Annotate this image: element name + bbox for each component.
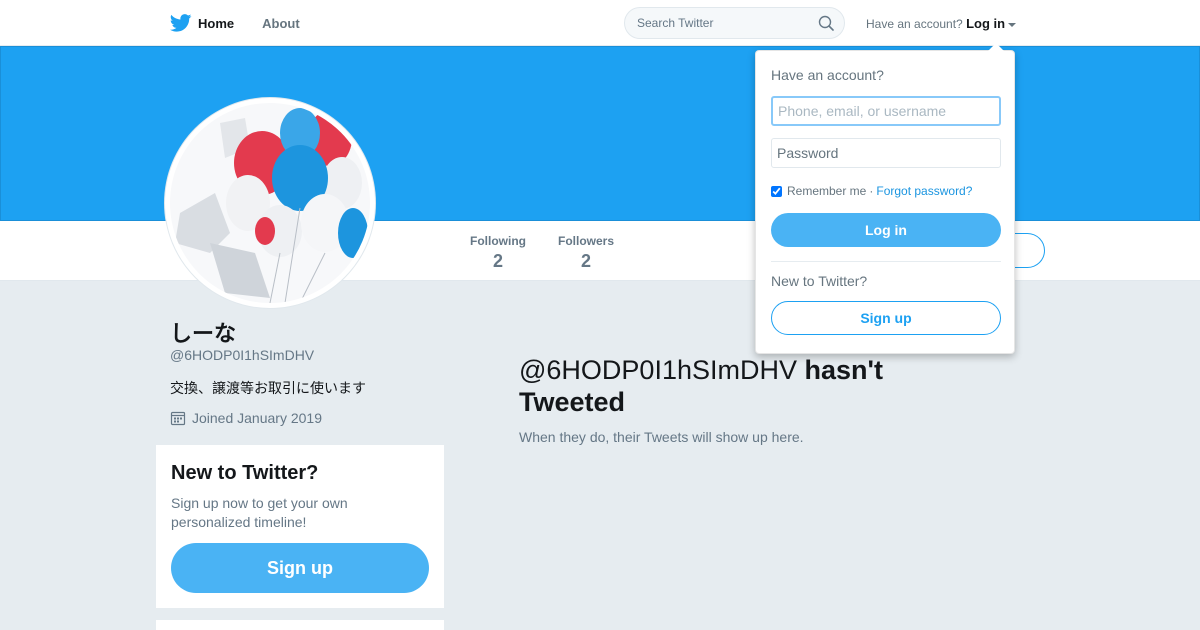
login-dropdown-divider bbox=[771, 261, 1001, 262]
profile-bio: 交換、譲渡等お取引に使います bbox=[170, 381, 366, 397]
signup-card-text: Sign up now to get your own personalized… bbox=[171, 495, 348, 530]
twitter-bird-icon bbox=[170, 14, 192, 32]
signup-card-button[interactable]: Sign up bbox=[171, 543, 429, 593]
avatar[interactable] bbox=[165, 98, 375, 308]
secondary-card bbox=[156, 620, 444, 630]
top-navigation-bar: Home About Have an account? Log in bbox=[0, 0, 1200, 46]
nav-home-link[interactable]: Home bbox=[170, 14, 234, 32]
empty-timeline-handle: @6HODP0I1hSImDHV bbox=[519, 355, 797, 385]
signup-card: New to Twitter? Sign up now to get your … bbox=[156, 445, 444, 608]
search-input[interactable] bbox=[625, 8, 815, 38]
login-dropdown: Have an account? Remember me · Forgot pa… bbox=[755, 43, 1015, 354]
login-dropdown-new-prompt: New to Twitter? bbox=[771, 273, 868, 289]
chevron-down-icon bbox=[1008, 22, 1017, 27]
remember-me-label: Remember me bbox=[787, 184, 867, 198]
username-field[interactable] bbox=[771, 96, 1001, 126]
stat-following-label: Following bbox=[470, 234, 526, 248]
stat-following-value: 2 bbox=[492, 251, 503, 271]
login-dropdown-signup-button[interactable]: Sign up bbox=[771, 301, 1001, 335]
empty-timeline-title: @6HODP0I1hSImDHV hasn't Tweeted bbox=[519, 354, 939, 418]
account-link: Have an account? Log in bbox=[866, 16, 1017, 31]
avatar-balloons-image bbox=[170, 103, 370, 303]
login-dropdown-heading: Have an account? bbox=[771, 67, 884, 83]
nav-about-label: About bbox=[262, 15, 300, 31]
signup-card-title: New to Twitter? bbox=[171, 462, 319, 484]
profile-joined: Joined January 2019 bbox=[170, 410, 322, 426]
profile-joined-text: Joined January 2019 bbox=[192, 410, 322, 426]
account-prompt: Have an account? bbox=[866, 17, 963, 31]
search-icon[interactable] bbox=[818, 15, 834, 31]
stat-following[interactable]: Following 2 bbox=[470, 234, 526, 272]
login-menu-toggle[interactable]: Log in bbox=[966, 16, 1017, 31]
nav-about-link[interactable]: About bbox=[262, 16, 300, 31]
login-menu-label: Log in bbox=[966, 16, 1006, 31]
nav-left: Home About bbox=[170, 0, 328, 46]
remember-me-checkbox[interactable] bbox=[771, 185, 782, 197]
search-box bbox=[624, 7, 845, 39]
stat-followers[interactable]: Followers 2 bbox=[558, 234, 614, 272]
remember-separator: · bbox=[869, 184, 874, 198]
remember-me-row: Remember me · Forgot password? bbox=[771, 184, 972, 198]
login-button[interactable]: Log in bbox=[771, 213, 1001, 247]
forgot-password-link[interactable]: Forgot password? bbox=[876, 184, 972, 198]
stat-followers-value: 2 bbox=[581, 251, 592, 271]
calendar-icon bbox=[170, 411, 186, 426]
nav-home-label: Home bbox=[198, 15, 235, 31]
password-field[interactable] bbox=[771, 138, 1001, 168]
stat-followers-label: Followers bbox=[558, 234, 615, 248]
profile-name: しーな bbox=[170, 322, 237, 347]
profile-handle[interactable]: @6HODP0I1hSImDHV bbox=[170, 347, 314, 363]
empty-timeline-subtext: When they do, their Tweets will show up … bbox=[519, 429, 804, 445]
